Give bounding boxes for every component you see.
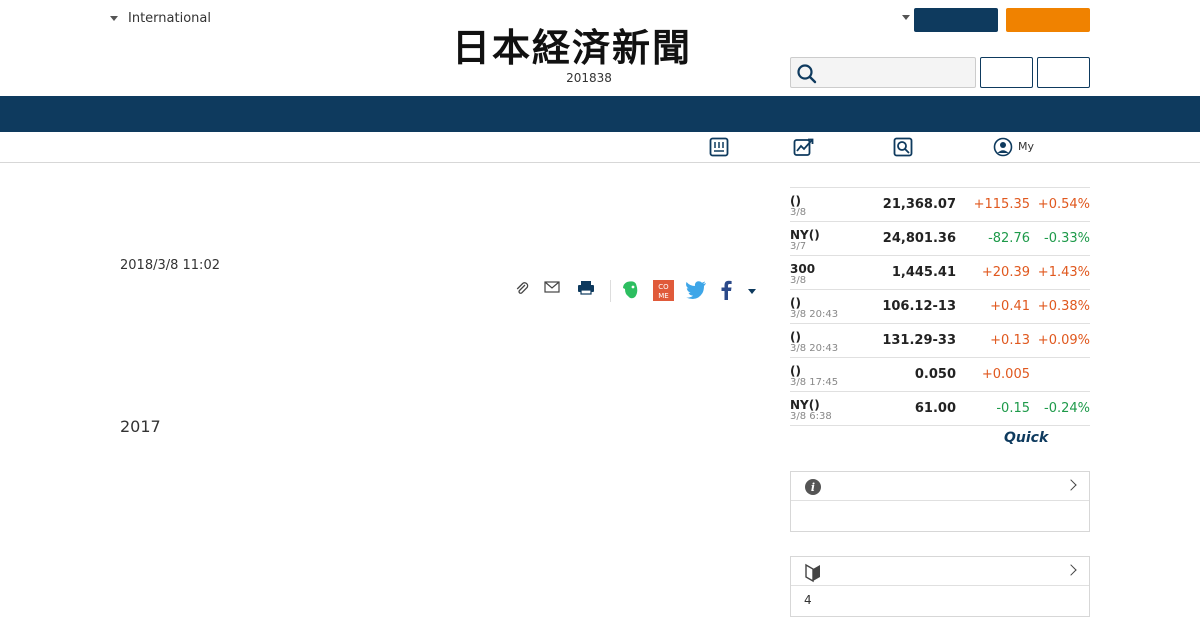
market-value: 1,445.41 xyxy=(891,265,956,280)
subscribe-button[interactable] xyxy=(914,8,998,32)
market-percent: -0.24% xyxy=(1044,401,1090,416)
search-icon[interactable] xyxy=(796,63,818,85)
market-value: 0.050 xyxy=(914,367,956,382)
quick-logo[interactable]: Quick xyxy=(1004,430,1048,446)
market-row[interactable]: 300 3/8 1,445.41 +20.39 +1.43% xyxy=(790,256,1090,290)
beginner-box-header[interactable] xyxy=(791,557,1089,586)
beginner-mark-icon xyxy=(805,563,820,583)
market-value: 131.29-33 xyxy=(882,333,956,348)
chevron-right-icon xyxy=(1065,564,1077,576)
market-name: NY() xyxy=(790,228,820,242)
market-name: () xyxy=(790,330,801,344)
market-row[interactable]: () 3/8 20:43 131.29-33 +0.13 +0.09% xyxy=(790,324,1090,358)
market-value: 24,801.36 xyxy=(882,231,956,246)
market-change: +0.41 xyxy=(990,299,1030,314)
my-label[interactable]: My xyxy=(1018,140,1034,153)
article-timestamp: 2018/3/8 11:02 xyxy=(120,258,220,273)
edition-label: International xyxy=(128,11,211,26)
market-percent: +0.09% xyxy=(1037,333,1090,348)
market-name: () xyxy=(790,364,801,378)
market-row[interactable]: () 3/8 21,368.07 +115.35 +0.54% xyxy=(790,188,1090,222)
chevron-down-icon[interactable] xyxy=(902,15,910,20)
market-table: () 3/8 21,368.07 +115.35 +0.54% NY() 3/7 24,801… xyxy=(790,187,1090,426)
twitter-icon[interactable] xyxy=(685,280,707,300)
search-square-icon[interactable] xyxy=(893,137,913,157)
facebook-icon[interactable] xyxy=(719,280,733,300)
market-time: 3/8 xyxy=(790,207,807,218)
sub-nav: My xyxy=(0,132,1200,163)
market-change: +20.39 xyxy=(981,265,1030,280)
market-time: 3/7 xyxy=(790,241,807,252)
market-chart-icon[interactable] xyxy=(793,137,815,157)
edition-selector[interactable]: International xyxy=(110,11,211,26)
register-button[interactable] xyxy=(1037,57,1090,88)
market-percent: -0.33% xyxy=(1044,231,1090,246)
clip-icon[interactable] xyxy=(514,280,530,296)
header-date: 201838 xyxy=(566,71,612,85)
beginner-box[interactable]: 4 xyxy=(790,556,1090,617)
market-change: +115.35 xyxy=(973,197,1030,212)
market-value: 21,368.07 xyxy=(882,197,956,212)
market-change: -0.15 xyxy=(996,401,1030,416)
svg-text:CO: CO xyxy=(658,283,669,291)
market-name: 300 xyxy=(790,262,816,276)
market-row[interactable]: NY() 3/7 24,801.36 -82.76 -0.33% xyxy=(790,222,1090,256)
info-box-header[interactable]: i xyxy=(791,472,1089,501)
market-change: +0.005 xyxy=(981,367,1030,382)
market-time: 3/8 20:43 xyxy=(790,309,839,320)
site-header: International 日本経済新聞 201838 xyxy=(0,0,1200,96)
market-time: 3/8 xyxy=(790,275,807,286)
newspaper-icon[interactable] xyxy=(709,137,729,157)
info-icon: i xyxy=(805,479,821,495)
user-circle-icon[interactable] xyxy=(993,137,1013,157)
market-value: 106.12-13 xyxy=(882,299,956,314)
market-percent: +1.43% xyxy=(1037,265,1090,280)
share-divider xyxy=(610,280,611,302)
login-button[interactable] xyxy=(980,57,1033,88)
chevron-down-icon xyxy=(110,16,118,21)
market-value: 61.00 xyxy=(914,401,956,416)
article-body: 2017 xyxy=(120,417,161,436)
market-time: 3/8 20:43 xyxy=(790,343,839,354)
market-time: 3/8 6:38 xyxy=(790,411,832,422)
market-change: +0.13 xyxy=(990,333,1030,348)
mail-icon[interactable] xyxy=(544,280,560,294)
chevron-right-icon xyxy=(1065,479,1077,491)
market-row[interactable]: NY() 3/8 6:38 61.00 -0.15 -0.24% xyxy=(790,392,1090,426)
market-percent: +0.38% xyxy=(1037,299,1090,314)
market-percent: +0.54% xyxy=(1037,197,1090,212)
market-row[interactable]: () 3/8 17:45 0.050 +0.005 xyxy=(790,358,1090,392)
market-name: NY() xyxy=(790,398,820,412)
beginner-box-body: 4 xyxy=(804,593,812,607)
trial-button[interactable] xyxy=(1006,8,1090,32)
market-name: () xyxy=(790,296,801,310)
search-input[interactable] xyxy=(790,57,976,88)
more-caret-icon[interactable] xyxy=(748,289,756,294)
main-nav-bar[interactable] xyxy=(0,96,1200,132)
svg-text:i: i xyxy=(811,481,815,494)
site-logo[interactable]: 日本経済新聞 xyxy=(452,28,748,68)
market-time: 3/8 17:45 xyxy=(790,377,839,388)
print-icon[interactable] xyxy=(577,280,595,296)
market-change: -82.76 xyxy=(988,231,1030,246)
info-box[interactable]: i xyxy=(790,471,1090,532)
info-box-body xyxy=(791,501,1089,515)
evernote-icon[interactable] xyxy=(622,280,640,300)
svg-text:ME: ME xyxy=(658,292,668,300)
market-name: () xyxy=(790,194,801,208)
market-row[interactable]: () 3/8 20:43 106.12-13 +0.41 +0.38% xyxy=(790,290,1090,324)
come-icon[interactable]: CO ME xyxy=(653,280,674,301)
